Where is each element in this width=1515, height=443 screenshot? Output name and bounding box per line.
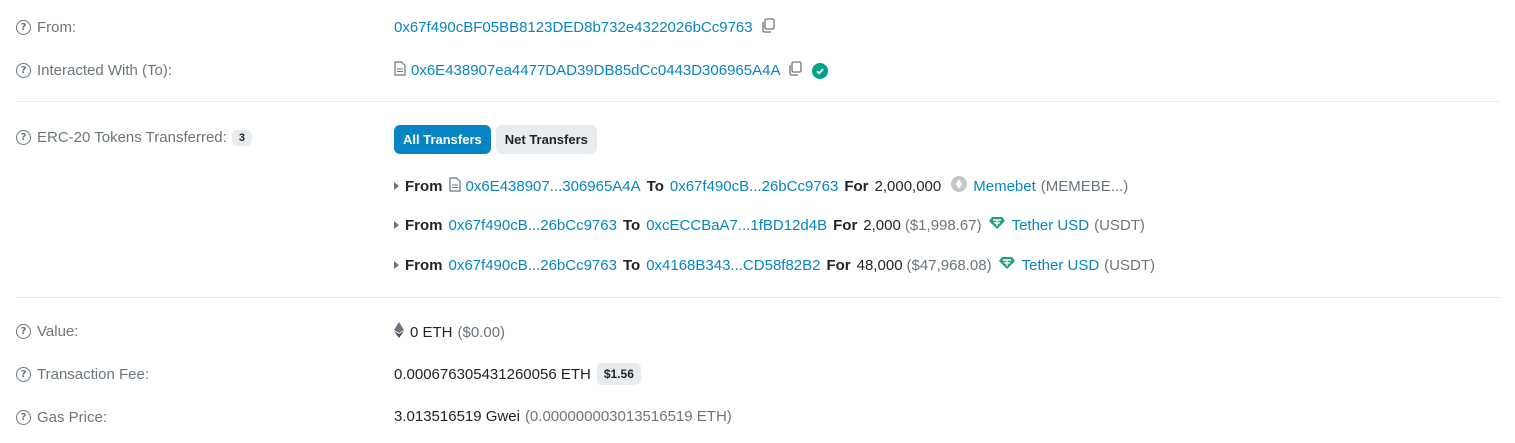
section-divider (16, 297, 1500, 298)
transfer-amount: 2,000 (863, 216, 901, 234)
verified-check-icon (812, 62, 829, 79)
to-keyword: To (646, 177, 664, 195)
token-name-link[interactable]: Tether USD (1012, 217, 1090, 234)
value-label-wrap: ? Value: (16, 323, 78, 340)
transfer-to-link[interactable]: 0x4168B343...CD58f82B2 (646, 257, 820, 274)
to-keyword: To (622, 256, 641, 274)
fee-usd-badge: $1.56 (596, 363, 641, 385)
memebet-token-icon (951, 176, 968, 196)
transfer-tabs: All Transfers Net Transfers (394, 125, 602, 154)
net-transfers-button[interactable]: Net Transfers (495, 125, 597, 154)
transfer-row: From 0x67f490cB...26bCc9763 To 0xcECCBaA… (394, 216, 1145, 234)
interacted-address-link[interactable]: 0x6E438907ea4477DAD39DB85dCc0443D306965A… (411, 62, 780, 79)
transfer-usd-value: ($1,998.67) (904, 216, 982, 234)
value-value: 0 ETH ($0.00) (394, 322, 505, 342)
transfer-to-link[interactable]: 0xcECCBaA7...1fBD12d4B (646, 217, 827, 234)
help-icon[interactable]: ? (16, 63, 31, 78)
from-keyword: From (405, 216, 443, 234)
section-divider (16, 101, 1500, 102)
erc20-label-wrap: ? ERC-20 Tokens Transferred: 3 (16, 129, 252, 146)
token-name-link[interactable]: Tether USD (1022, 257, 1100, 274)
transfer-from-link[interactable]: 0x67f490cB...26bCc9763 (449, 217, 617, 234)
erc20-count-badge: 3 (231, 129, 252, 146)
erc20-label: ERC-20 Tokens Transferred: (37, 129, 227, 146)
gas-value: 3.013516519 Gwei (0.000000003013516519 E… (394, 408, 732, 425)
gas-label: Gas Price: (37, 409, 108, 426)
token-symbol: (MEMEBE...) (1040, 177, 1129, 195)
token-symbol: (USDT) (1104, 256, 1155, 274)
from-label-wrap: ? From: (16, 19, 76, 36)
transfer-to-link[interactable]: 0x67f490cB...26bCc9763 (670, 178, 838, 195)
token-symbol: (USDT) (1094, 216, 1145, 234)
interacted-value: 0x6E438907ea4477DAD39DB85dCc0443D306965A… (394, 61, 829, 80)
tether-icon (988, 216, 1006, 234)
fee-label: Transaction Fee: (37, 366, 149, 383)
help-icon[interactable]: ? (16, 324, 31, 339)
from-keyword: From (405, 177, 443, 195)
fee-label-wrap: ? Transaction Fee: (16, 366, 149, 383)
tether-icon (998, 256, 1016, 274)
for-keyword: For (844, 177, 869, 195)
transfer-amount: 48,000 (856, 256, 903, 274)
interacted-label: Interacted With (To): (37, 62, 173, 79)
contract-file-icon (448, 176, 461, 196)
help-icon[interactable]: ? (16, 367, 31, 382)
all-transfers-button[interactable]: All Transfers (394, 125, 491, 154)
for-keyword: For (826, 256, 851, 274)
caret-right-icon (394, 221, 399, 229)
help-icon[interactable]: ? (16, 130, 31, 145)
transfer-row: From 0x6E438907...306965A4A To 0x67f490c… (394, 176, 1128, 196)
transfer-from-link[interactable]: 0x67f490cB...26bCc9763 (449, 257, 617, 274)
from-keyword: From (405, 256, 443, 274)
transfer-row: From 0x67f490cB...26bCc9763 To 0x4168B34… (394, 256, 1155, 274)
transfer-amount: 2,000,000 (874, 177, 942, 195)
caret-right-icon (394, 182, 399, 190)
caret-right-icon (394, 261, 399, 269)
from-address-link[interactable]: 0x67f490cBF05BB8123DED8b732e4322026bCc97… (394, 19, 753, 36)
value-label: Value: (37, 323, 79, 340)
copy-icon[interactable] (761, 18, 775, 37)
to-keyword: To (622, 216, 641, 234)
gas-label-wrap: ? Gas Price: (16, 409, 107, 426)
from-value: 0x67f490cBF05BB8123DED8b732e4322026bCc97… (394, 18, 775, 37)
gas-eth: (0.000000003013516519 ETH) (524, 408, 732, 425)
value-amount: 0 ETH (410, 323, 453, 341)
transfer-from-link[interactable]: 0x6E438907...306965A4A (466, 178, 641, 195)
help-icon[interactable]: ? (16, 410, 31, 425)
contract-file-icon (394, 61, 406, 80)
for-keyword: For (833, 216, 858, 234)
help-icon[interactable]: ? (16, 20, 31, 35)
fee-amount: 0.000676305431260056 ETH (394, 365, 591, 383)
token-name-link[interactable]: Memebet (973, 178, 1036, 195)
from-label: From: (37, 19, 77, 36)
value-usd: ($0.00) (457, 323, 506, 341)
ethereum-icon (394, 322, 404, 342)
transaction-details-panel: ? From: 0x67f490cBF05BB8123DED8b732e4322… (0, 0, 1515, 443)
gas-amount: 3.013516519 Gwei (394, 408, 520, 425)
transfer-usd-value: ($47,968.08) (906, 256, 992, 274)
copy-icon[interactable] (788, 61, 803, 80)
interacted-label-wrap: ? Interacted With (To): (16, 62, 172, 79)
fee-value: 0.000676305431260056 ETH $1.56 (394, 363, 641, 385)
